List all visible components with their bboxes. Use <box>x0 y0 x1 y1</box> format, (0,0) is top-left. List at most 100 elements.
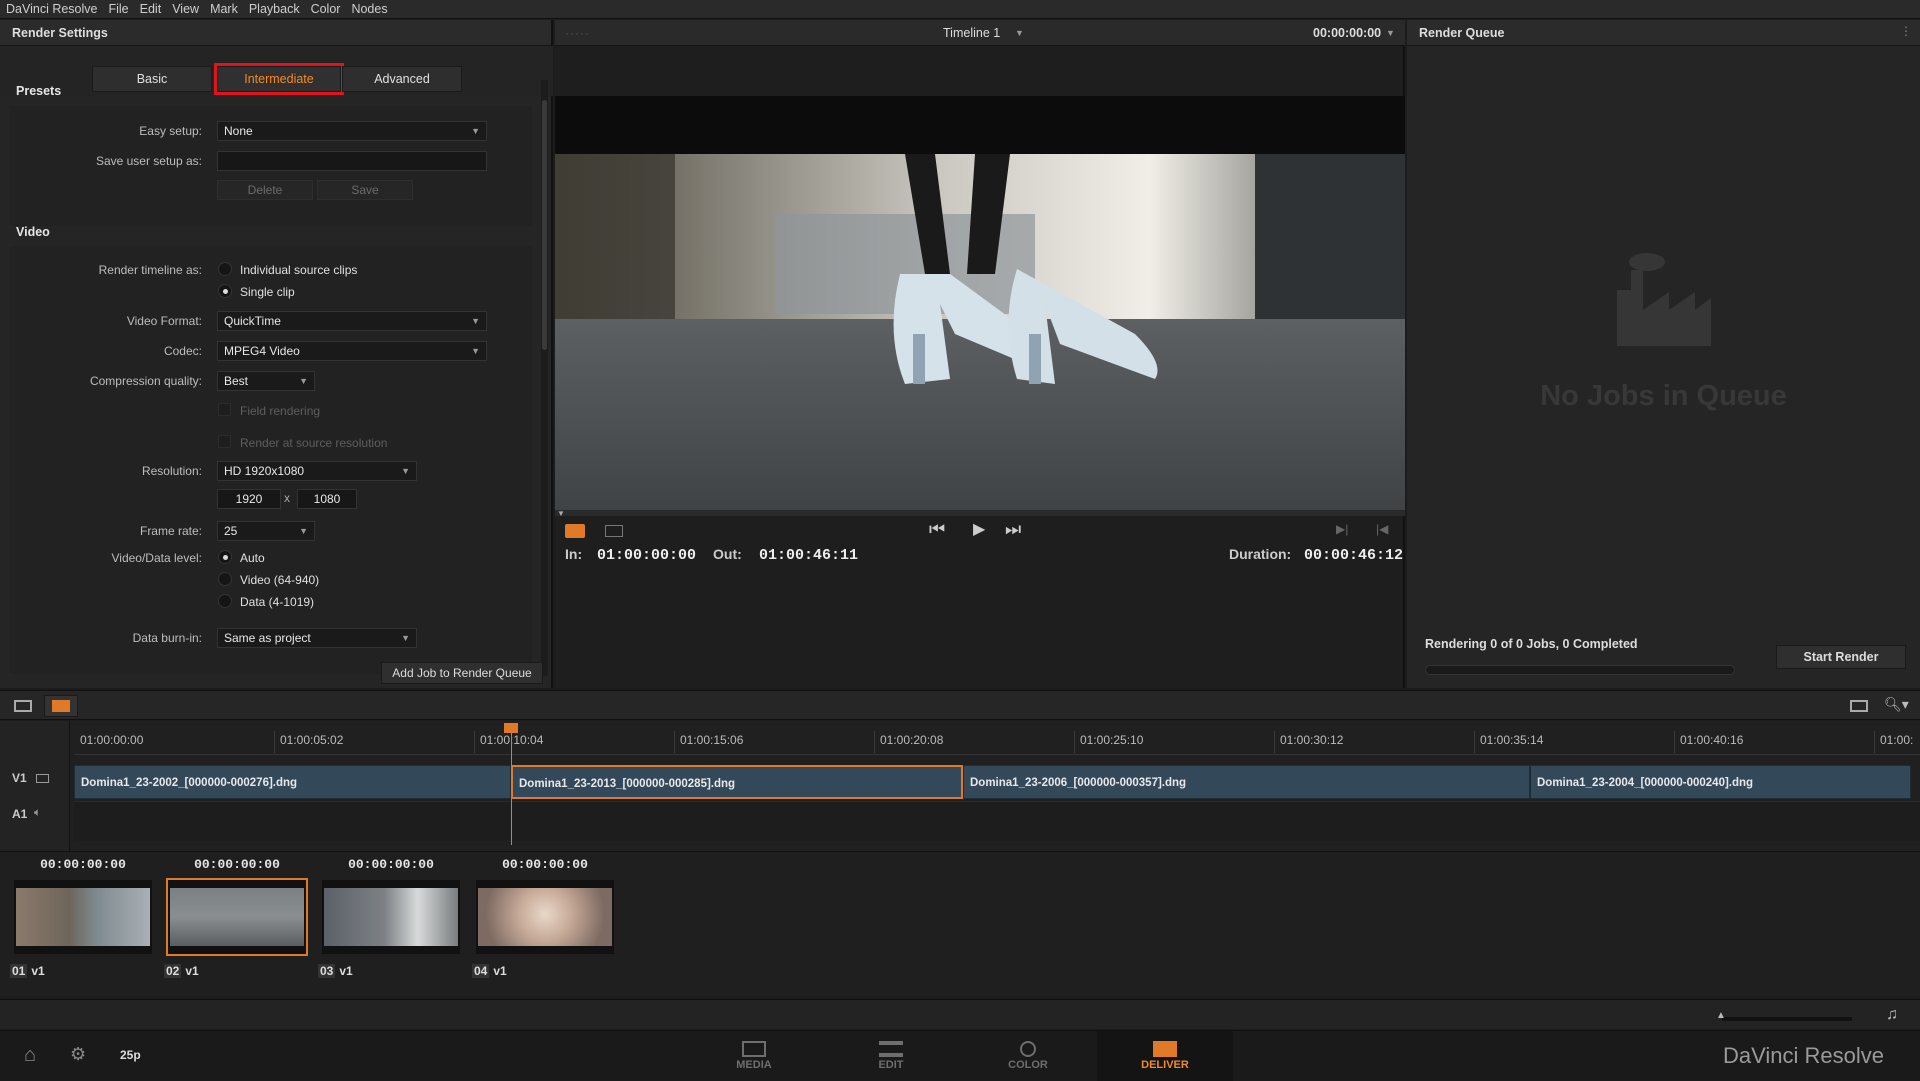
track-v1-label: V1 <box>12 771 27 785</box>
radio-level-video[interactable] <box>218 572 232 586</box>
chevron-down-icon[interactable]: ▼ <box>1386 28 1395 38</box>
resolution-dropdown[interactable]: HD 1920x1080 ▼ <box>217 461 417 481</box>
timeline-mode-icon <box>52 700 70 712</box>
out-timecode[interactable]: 01:00:46:11 <box>759 547 858 564</box>
width-input[interactable]: 1920 <box>217 489 281 509</box>
slider-handle[interactable]: ▲ <box>1716 1010 1726 1021</box>
mark-in-icon[interactable]: |◀ <box>1376 522 1388 536</box>
render-settings-title: Render Settings <box>0 20 551 46</box>
menu-file[interactable]: File <box>108 2 128 16</box>
thumbnail-clip-03[interactable] <box>320 878 462 956</box>
playhead-handle[interactable] <box>504 723 518 733</box>
music-note-icon[interactable]: ♫ <box>1886 1006 1898 1024</box>
timeline-ruler[interactable]: 01:00:00:00 01:00:05:02 01:00:10:04 01:0… <box>74 731 1920 755</box>
timeline-clip-selected[interactable]: Domina1_23-2013_[000000-000285].dng <box>511 765 963 799</box>
start-render-button[interactable]: Start Render <box>1776 645 1906 669</box>
save-button[interactable]: Save <box>317 180 413 200</box>
level-data-label: Data (4-1019) <box>240 595 315 609</box>
clip-display-icon[interactable] <box>1850 700 1868 712</box>
mark-out-icon[interactable]: ▶| <box>1336 522 1348 536</box>
thumb-size-slider[interactable] <box>1722 1017 1852 1021</box>
resolution-label: Resolution: <box>141 464 202 478</box>
menu-color[interactable]: Color <box>311 2 341 16</box>
compression-dropdown[interactable]: Best ▼ <box>217 371 315 391</box>
scrub-handle-icon[interactable]: ▼ <box>557 509 565 518</box>
factory-icon <box>1617 253 1711 346</box>
frame-rate-dropdown[interactable]: 25 ▼ <box>217 521 315 541</box>
tick-mark <box>1874 731 1875 753</box>
chevron-down-icon[interactable]: ▼ <box>1015 28 1024 38</box>
save-user-setup-input[interactable] <box>217 151 487 171</box>
chevron-down-icon: ▼ <box>471 316 480 326</box>
video-format-label: Video Format: <box>126 314 202 328</box>
easy-setup-dropdown[interactable]: None ▼ <box>217 121 487 141</box>
menu-playback[interactable]: Playback <box>249 2 300 16</box>
track-headers <box>0 721 70 851</box>
grip-icon: ····· <box>565 26 590 40</box>
video-viewer[interactable] <box>555 96 1405 516</box>
nav-color[interactable]: COLOR <box>960 1031 1096 1081</box>
transport-bar: ▼ ⏮ ▶ ⏭ ▶| |◀ In: 01:00:00:00 Out: 01:00… <box>555 509 1405 688</box>
burn-in-dropdown[interactable]: Same as project ▼ <box>217 628 417 648</box>
scrollbar-thumb[interactable] <box>542 100 547 350</box>
thumb-number: 01 <box>10 964 28 978</box>
skip-back-icon[interactable]: ⏮ <box>929 519 945 540</box>
field-rendering-checkbox[interactable] <box>218 403 231 416</box>
playhead[interactable] <box>511 727 512 845</box>
tick-label: 01:00:05:02 <box>280 733 344 747</box>
thumbnail-clip-02[interactable] <box>166 878 308 956</box>
delete-button[interactable]: Delete <box>217 180 313 200</box>
timeline-clip[interactable]: Domina1_23-2004_[000000-000240].dng <box>1530 765 1911 799</box>
timeline-view-icon[interactable] <box>565 524 585 538</box>
scrub-bar[interactable] <box>555 510 1405 516</box>
timeline-clip[interactable]: Domina1_23-2002_[000000-000276].dng <box>74 765 511 799</box>
nav-media[interactable]: MEDIA <box>686 1031 822 1081</box>
frame-rate-value: 25 <box>224 524 238 538</box>
nav-edit-label: EDIT <box>878 1059 904 1071</box>
timeline-name[interactable]: Timeline 1 <box>943 26 1000 40</box>
radio-single-clip[interactable] <box>218 284 232 298</box>
tab-advanced[interactable]: Advanced <box>342 66 462 92</box>
skip-forward-icon[interactable]: ⏭ <box>1005 519 1021 540</box>
settings-scrollbar[interactable] <box>541 80 548 676</box>
menu-nodes[interactable]: Nodes <box>351 2 387 16</box>
render-source-res-checkbox[interactable] <box>218 435 231 448</box>
render-progress-bar <box>1425 665 1735 675</box>
in-timecode[interactable]: 01:00:00:00 <box>597 547 696 564</box>
home-icon[interactable]: ⌂ <box>24 1044 36 1067</box>
thumbnail-footer <box>0 999 1920 1029</box>
height-input[interactable]: 1080 <box>297 489 357 509</box>
menu-view[interactable]: View <box>172 2 199 16</box>
thumbnail-clip-04[interactable] <box>474 878 616 956</box>
tab-basic[interactable]: Basic <box>92 66 212 92</box>
more-options-icon[interactable]: ⋮ <box>1900 24 1912 38</box>
thumbnail-clip-01[interactable] <box>12 878 154 956</box>
radio-level-auto[interactable] <box>218 550 232 564</box>
thumb-label: 01 v1 <box>10 964 45 978</box>
tick-label: 01:00:25:10 <box>1080 733 1144 747</box>
clip-view-icon[interactable] <box>605 525 623 537</box>
video-format-dropdown[interactable]: QuickTime ▼ <box>217 311 487 331</box>
speaker-icon[interactable]: 🔈︎ <box>34 805 41 820</box>
list-view-icon[interactable] <box>14 700 32 712</box>
menu-app[interactable]: DaVinci Resolve <box>6 2 97 16</box>
nav-deliver[interactable]: DELIVER <box>1097 1031 1233 1081</box>
radio-level-data[interactable] <box>218 594 232 608</box>
menu-edit[interactable]: Edit <box>140 2 162 16</box>
radio-individual-clips[interactable] <box>218 262 232 276</box>
timeline-clip[interactable]: Domina1_23-2006_[000000-000357].dng <box>963 765 1530 799</box>
brand-logo: DaVinci Resolve <box>1722 1043 1884 1068</box>
codec-dropdown[interactable]: MPEG4 Video ▼ <box>217 341 487 361</box>
zoom-icon[interactable]: 🔍︎▾ <box>1884 696 1909 713</box>
gear-icon[interactable]: ⚙ <box>70 1044 86 1065</box>
nav-edit[interactable]: EDIT <box>823 1031 959 1081</box>
thumbnail-image <box>170 888 304 946</box>
video-track-icon[interactable] <box>36 774 49 783</box>
tick-label: 01:00: <box>1880 733 1914 747</box>
menu-mark[interactable]: Mark <box>210 2 238 16</box>
no-jobs-text: No Jobs in Queue <box>1540 380 1787 412</box>
tick-label: 01:00:35:14 <box>1480 733 1544 747</box>
play-icon[interactable]: ▶ <box>973 519 985 539</box>
add-job-button[interactable]: Add Job to Render Queue <box>381 662 543 684</box>
tab-intermediate[interactable]: Intermediate <box>214 63 344 95</box>
